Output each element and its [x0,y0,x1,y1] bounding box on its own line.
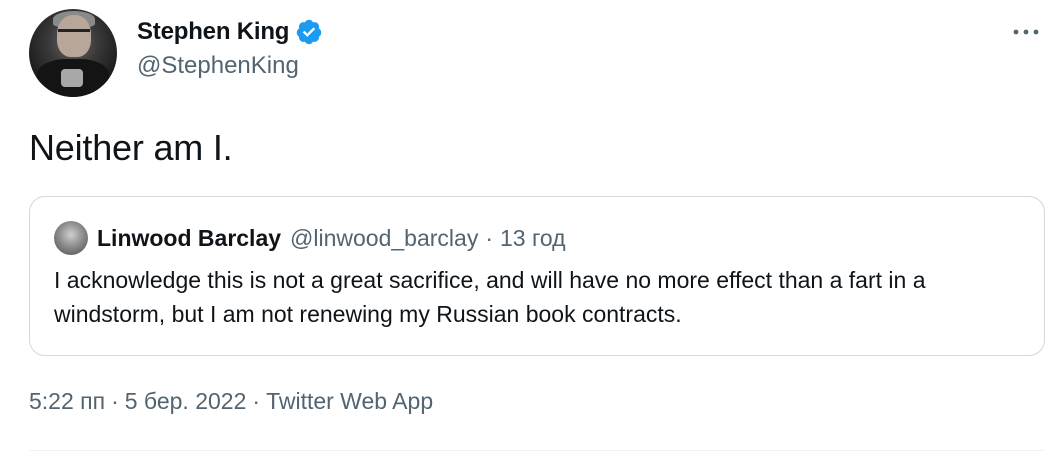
quoted-tweet-card[interactable]: Linwood Barclay @linwood_barclay · 13 го… [29,196,1045,356]
divider [29,450,1045,451]
meta-separator: · [111,388,119,414]
quoted-tweet-time[interactable]: 13 год [500,225,566,252]
tweet-text: Neither am I. [29,127,233,168]
author-handle[interactable]: @StephenKing [137,52,299,80]
quoted-author-name[interactable]: Linwood Barclay [97,225,281,252]
quoted-author-avatar[interactable] [54,221,88,255]
tweet-date[interactable]: 5 бер. 2022 [125,388,247,414]
author-name-row: Stephen King [137,16,323,48]
more-options-icon[interactable] [1010,18,1042,46]
tweet: Stephen King @StephenKing Neither am I. … [0,0,1064,462]
verified-badge-icon [295,18,323,46]
author-avatar[interactable] [29,9,117,97]
tweet-meta: 5:22 пп · 5 бер. 2022 · Twitter Web App [29,388,433,415]
tweet-time[interactable]: 5:22 пп [29,388,105,414]
quoted-tweet-header: Linwood Barclay @linwood_barclay · 13 го… [54,221,566,255]
author-name[interactable]: Stephen King [137,18,289,46]
quoted-author-handle[interactable]: @linwood_barclay [290,225,478,252]
meta-separator: · [252,388,261,414]
tweet-source[interactable]: Twitter Web App [266,388,433,414]
quoted-separator: · [485,224,493,251]
quoted-tweet-text: I acknowledge this is not a great sacrif… [54,267,926,327]
